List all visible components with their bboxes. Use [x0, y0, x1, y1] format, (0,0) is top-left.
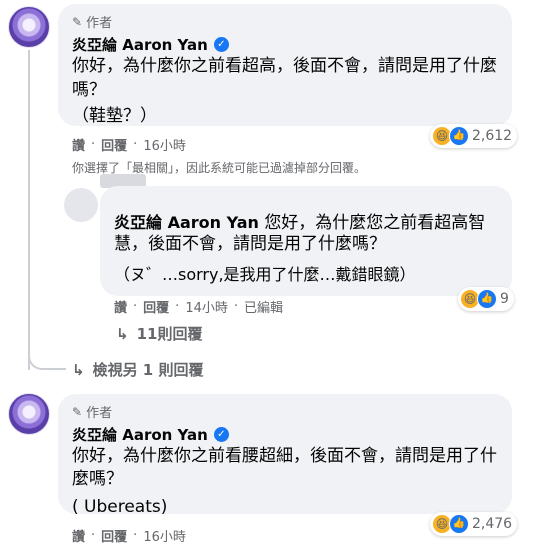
comment-bubble: ✎ 作者 炎亞綸 Aaron Yan ✓ 你好，為什麼你之前看腰超細，後面不會，… [58, 394, 512, 517]
reaction-summary[interactable]: 😆 👍 9 [458, 287, 514, 311]
comment-text-line: 你好，為什麼你之前看超高，後面不會，請問是用了什麼 [72, 56, 497, 76]
reaction-summary[interactable]: 😆 👍 2,612 [430, 124, 518, 148]
comment-text-line: 麼嗎？ [72, 469, 123, 489]
more-replies-link[interactable]: ↳ 11則回覆 [116, 323, 202, 344]
comment-text-line: （鞋墊？） [72, 106, 157, 126]
like-link[interactable]: 讚 [114, 297, 127, 316]
dot-separator: · [133, 137, 138, 152]
reply-link[interactable]: 回覆 [101, 526, 127, 545]
comment-actions: 讚 · 回覆 · 16小時 [72, 135, 186, 154]
thread-branch [28, 330, 66, 370]
comment-text-line: 你好，為什麼你之前看腰超細，後面不會，請問是用了什 [72, 446, 497, 466]
comment-actions: 讚 · 回覆 · 16小時 [72, 526, 186, 545]
thread-line [28, 50, 30, 370]
like-icon: 👍 [449, 126, 469, 146]
verified-check-icon: ✓ [213, 37, 229, 52]
reaction-count: 9 [500, 291, 509, 307]
avatar[interactable] [64, 188, 98, 222]
dot-separator: · [233, 299, 238, 314]
author-badge-label: 作者 [86, 16, 113, 31]
reply-arrow-icon: ↳ [116, 324, 129, 343]
pencil-icon: ✎ [72, 404, 83, 419]
like-icon: 👍 [477, 289, 497, 309]
comment-author[interactable]: 炎亞綸 Aaron Yan ✓ [72, 34, 229, 55]
view-other-label[interactable]: 檢視另 1 則回覆 [93, 359, 204, 380]
like-link[interactable]: 讚 [72, 526, 85, 545]
reply-text-line: （ヌ゛…sorry,是我用了什麼…戴錯眼鏡） [114, 265, 416, 284]
view-other-replies-link[interactable]: ↳ 檢視另 1 則回覆 [72, 359, 203, 380]
reaction-summary[interactable]: 😆 👍 2,476 [430, 512, 518, 536]
reply-link[interactable]: 回覆 [143, 297, 169, 316]
reply-link[interactable]: 回覆 [101, 135, 127, 154]
comment-author[interactable]: 炎亞綸 Aaron Yan ✓ [72, 424, 229, 445]
dot-separator: · [133, 299, 138, 314]
like-link[interactable]: 讚 [72, 135, 85, 154]
timestamp[interactable]: 14小時 [185, 297, 228, 316]
avatar[interactable] [8, 6, 50, 48]
like-icon: 👍 [449, 514, 469, 534]
reaction-count: 2,476 [472, 516, 513, 532]
reaction-count: 2,612 [472, 128, 513, 144]
reply-text-line: 慧，後面不會，請問是用了什麼嗎？ [114, 234, 386, 254]
dot-separator: · [133, 528, 138, 543]
reply-author[interactable]: 炎亞綸 Aaron Yan [114, 213, 259, 232]
pencil-icon: ✎ [72, 14, 83, 29]
author-badge-label: 作者 [86, 406, 113, 421]
timestamp[interactable]: 16小時 [143, 135, 186, 154]
comment-text-line: ( Ubereats) [72, 497, 168, 517]
comment-bubble: ✎ 作者 炎亞綸 Aaron Yan ✓ 你好，為什麼你之前看超高，後面不會，請… [58, 4, 512, 126]
avatar[interactable] [8, 393, 50, 435]
timestamp[interactable]: 16小時 [143, 526, 186, 545]
author-badge: ✎ 作者 [72, 402, 113, 422]
reply-bubble: 炎亞綸 Aaron Yan 您好，為什麼您之前看超高智 慧，後面不會，請問是用了… [100, 186, 512, 296]
author-badge: ✎ 作者 [72, 12, 113, 32]
reply-actions: 讚 · 回覆 · 14小時 · 已編輯 [114, 297, 283, 316]
verified-check-icon: ✓ [213, 427, 229, 442]
more-replies-label[interactable]: 11則回覆 [137, 323, 203, 344]
comment-text-line: 嗎？ [72, 80, 106, 100]
edited-label: 已編輯 [244, 301, 284, 316]
author-name[interactable]: 炎亞綸 Aaron Yan [72, 424, 208, 445]
dot-separator: · [91, 528, 96, 543]
reply-text: 您好，為什麼您之前看超高智 [264, 213, 486, 233]
reply-arrow-icon: ↳ [72, 360, 85, 379]
author-name[interactable]: 炎亞綸 Aaron Yan [72, 34, 208, 55]
dot-separator: · [91, 137, 96, 152]
dot-separator: · [175, 299, 180, 314]
